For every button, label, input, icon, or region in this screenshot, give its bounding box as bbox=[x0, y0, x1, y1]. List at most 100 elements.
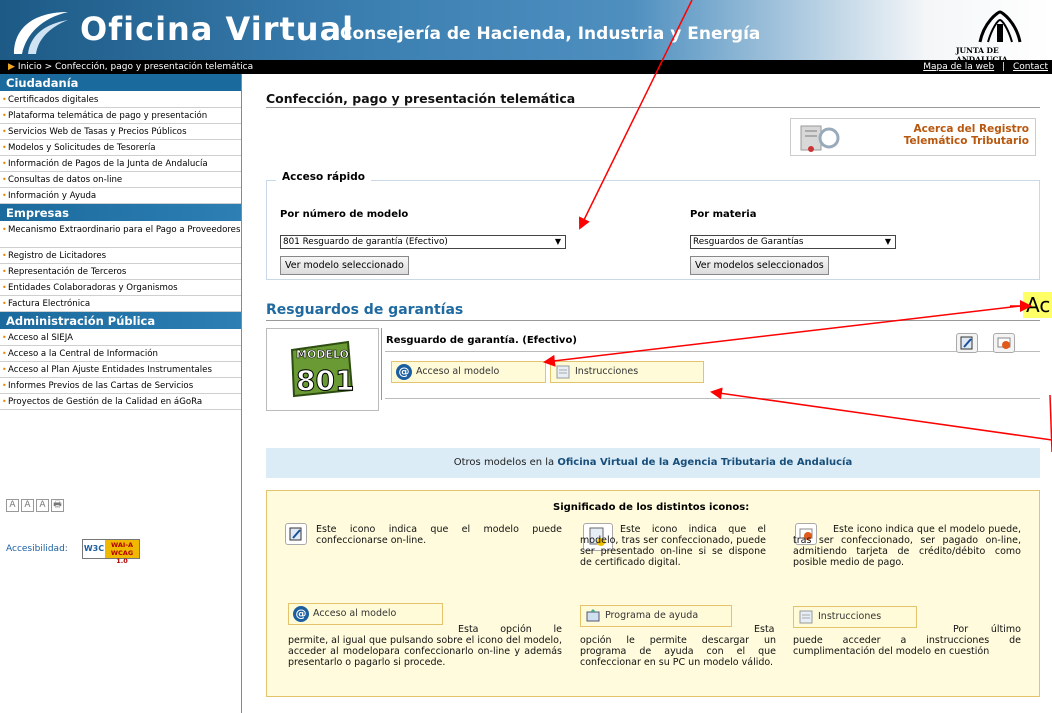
by-subject-label: Por materia bbox=[690, 209, 757, 220]
online-payment-icon[interactable] bbox=[993, 333, 1015, 353]
legend-payment-text: Este icono indica que el modelo puede, t… bbox=[793, 524, 1021, 568]
oficina-virtual-logo-icon[interactable] bbox=[8, 6, 72, 58]
legend-instructions-text: Por último puede acceder a instrucciones… bbox=[793, 624, 1021, 657]
sidebar-item[interactable]: Acceso a la Central de Información bbox=[0, 346, 241, 362]
model-select[interactable]: 801 Resguardo de garantía (Efectivo) ▼ bbox=[280, 235, 566, 249]
legend-help-program-label: Programa de ayuda bbox=[605, 610, 699, 621]
font-large-button[interactable]: A bbox=[36, 499, 49, 512]
online-form-icon bbox=[285, 523, 307, 545]
legend-present-text: Este icono indica que el modelo, tras se… bbox=[580, 524, 766, 568]
sidebar-item[interactable]: Entidades Colaboradoras y Organismos bbox=[0, 280, 241, 296]
font-medium-button[interactable]: A bbox=[21, 499, 34, 512]
other-models-banner: Otros modelos en la Oficina Virtual de l… bbox=[266, 448, 1040, 478]
legend-online-text: Este icono indica que el modelo puede co… bbox=[316, 524, 562, 546]
font-size-controls: A A A 🖶 bbox=[6, 499, 64, 512]
sidebar-item[interactable]: Mecanismo Extraordinario para el Pago a … bbox=[0, 222, 241, 248]
registro-line2: Telemático Tributario bbox=[903, 135, 1029, 147]
legend-instructions-label: Instrucciones bbox=[818, 611, 882, 622]
view-models-button[interactable]: Ver modelos seleccionados bbox=[690, 256, 829, 275]
at-icon: @ bbox=[293, 606, 309, 622]
instructions-button[interactable]: Instrucciones bbox=[550, 361, 704, 383]
registro-text: Acerca del Registro Telemático Tributario bbox=[904, 123, 1029, 147]
sidebar-item[interactable]: Acceso al Plan Ajuste Entidades Instrume… bbox=[0, 362, 241, 378]
breadcrumb-arrow-icon: ▶ bbox=[8, 62, 15, 72]
page-title: Confección, pago y presentación telemáti… bbox=[266, 91, 576, 106]
accesibilidad-label: Accesibilidad: bbox=[6, 544, 68, 554]
model-title[interactable]: Resguardo de garantía. (Efectivo) bbox=[386, 335, 577, 346]
sidebar-item[interactable]: Servicios Web de Tasas y Precios Público… bbox=[0, 124, 241, 140]
model-select-value: 801 Resguardo de garantía (Efectivo) bbox=[283, 237, 448, 247]
sidebar-item[interactable]: Representación de Terceros bbox=[0, 264, 241, 280]
legend-access-button: @ Acceso al modelo bbox=[288, 603, 443, 625]
at-icon: @ bbox=[396, 364, 412, 380]
sidebar-section-ciudadania[interactable]: Ciudadanía bbox=[0, 74, 241, 92]
top-links: Mapa de la web | Contact bbox=[923, 60, 1048, 74]
font-small-button[interactable]: A bbox=[6, 499, 19, 512]
sidebar-item[interactable]: Certificados digitales bbox=[0, 92, 241, 108]
sidebar-item[interactable]: Información de Pagos de la Junta de Anda… bbox=[0, 156, 241, 172]
chevron-down-icon: ▼ bbox=[884, 237, 891, 246]
breadcrumb-bar: ▶ Inicio > Confección, pago y presentació… bbox=[0, 60, 1052, 74]
legend-access-text: Esta opción le permite, al igual que pul… bbox=[288, 624, 562, 668]
divider bbox=[385, 398, 1040, 399]
w3c-logo: W3C bbox=[83, 540, 105, 558]
sidebar: Ciudadanía Certificados digitales Plataf… bbox=[0, 74, 242, 713]
legend-title: Significado de los distintos iconos: bbox=[553, 502, 750, 513]
sidebar-item[interactable]: Factura Electrónica bbox=[0, 296, 241, 312]
legend-access-label: Acceso al modelo bbox=[313, 608, 397, 619]
divider bbox=[385, 351, 1040, 352]
wcag-text: WCAG 1.0 bbox=[110, 549, 134, 565]
arrow-to-instructions bbox=[710, 387, 1052, 441]
instructions-icon bbox=[799, 610, 813, 624]
access-model-button[interactable]: @ Acceso al modelo bbox=[391, 361, 546, 383]
chevron-down-icon: ▼ bbox=[554, 237, 561, 246]
sidebar-item[interactable]: Información y Ayuda bbox=[0, 188, 241, 204]
online-form-icon[interactable] bbox=[956, 333, 978, 353]
wai-level: WAI-A WCAG 1.0 bbox=[105, 540, 139, 565]
arrow-to-access-button bbox=[543, 305, 1021, 367]
sidebar-item[interactable]: Registro de Licitadores bbox=[0, 248, 241, 264]
by-model-label: Por número de modelo bbox=[280, 209, 409, 220]
sidebar-item[interactable]: Consultas de datos on-line bbox=[0, 172, 241, 188]
view-model-button[interactable]: Ver modelo seleccionado bbox=[280, 256, 409, 275]
subject-select-value: Resguardos de Garantías bbox=[693, 237, 804, 247]
site-header: Oficina Virtual Consejería de Hacienda, … bbox=[0, 0, 1052, 64]
agencia-tributaria-link[interactable]: Oficina Virtual de la Agencia Tributaria… bbox=[557, 457, 852, 468]
print-icon[interactable]: 🖶 bbox=[51, 499, 64, 512]
sidebar-item[interactable]: Informes Previos de las Cartas de Servic… bbox=[0, 378, 241, 394]
annotation-note: Ac bbox=[1023, 292, 1052, 318]
access-model-label: Acceso al modelo bbox=[416, 366, 500, 377]
breadcrumb-text[interactable]: Inicio > Confección, pago y presentación… bbox=[18, 62, 253, 72]
instructions-icon bbox=[556, 365, 570, 379]
site-subtitle: Consejería de Hacienda, Industria y Ener… bbox=[340, 24, 761, 44]
other-models-prefix: Otros modelos en la bbox=[453, 457, 555, 468]
subject-select[interactable]: Resguardos de Garantías ▼ bbox=[690, 235, 896, 249]
divider bbox=[266, 320, 1040, 321]
modelo-801-icon[interactable]: MODELO 801 bbox=[288, 340, 354, 398]
link-separator: | bbox=[1002, 62, 1006, 72]
sidebar-section-administracion[interactable]: Administración Pública bbox=[0, 312, 241, 330]
instructions-label: Instrucciones bbox=[575, 366, 639, 377]
legend-help-program-text: Esta opción le permite descargar un prog… bbox=[580, 624, 776, 668]
section-title: Resguardos de garantías bbox=[266, 302, 464, 318]
sitemap-link[interactable]: Mapa de la web bbox=[923, 62, 994, 72]
sidebar-item[interactable]: Acceso al SIEJA bbox=[0, 330, 241, 346]
sidebar-section-empresas[interactable]: Empresas bbox=[0, 204, 241, 222]
contact-link[interactable]: Contact bbox=[1013, 62, 1048, 72]
help-program-icon bbox=[586, 609, 600, 622]
sidebar-item[interactable]: Plataforma telemática de pago y presenta… bbox=[0, 108, 241, 124]
site-title: Oficina Virtual bbox=[80, 10, 355, 48]
divider bbox=[266, 107, 1040, 108]
wai-badge[interactable]: W3C WAI-A WCAG 1.0 bbox=[82, 539, 140, 565]
registro-document-icon bbox=[800, 125, 840, 152]
registro-line1: Acerca del Registro bbox=[913, 123, 1030, 135]
breadcrumb: ▶ Inicio > Confección, pago y presentació… bbox=[8, 60, 253, 74]
wai-level-text: WAI-A bbox=[110, 541, 134, 549]
quick-access-legend: Acceso rápido bbox=[276, 171, 371, 183]
sidebar-item[interactable]: Proyectos de Gestión de la Calidad en áG… bbox=[0, 394, 241, 410]
divider bbox=[381, 328, 382, 400]
sidebar-item[interactable]: Modelos y Solicitudes de Tesorería bbox=[0, 140, 241, 156]
modelo-number: 801 bbox=[296, 364, 354, 397]
modelo-word: MODELO bbox=[296, 348, 349, 361]
registro-telematico-link[interactable]: Acerca del Registro Telemático Tributario bbox=[790, 118, 1036, 156]
